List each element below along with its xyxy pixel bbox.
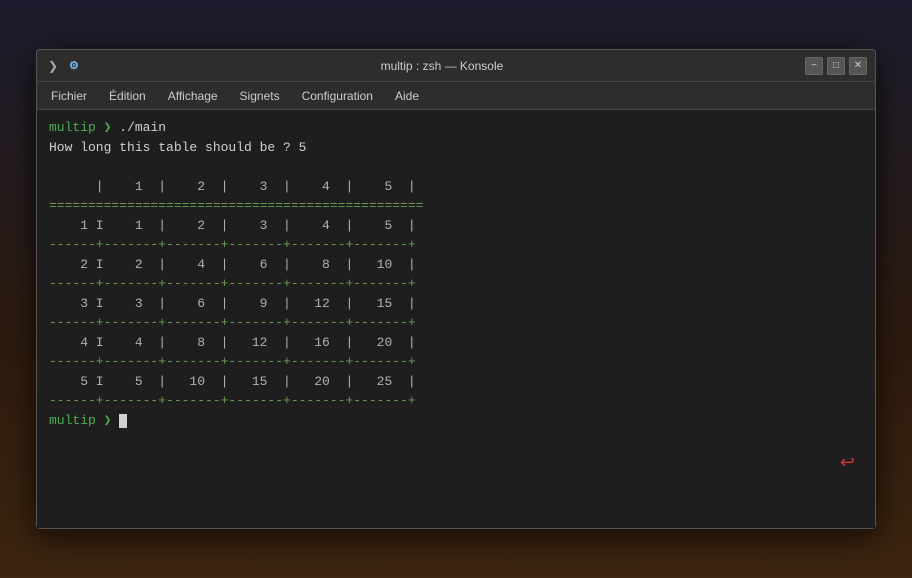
scroll-arrow-icon: ↩	[840, 452, 855, 473]
window-controls: − □ ✕	[805, 57, 867, 75]
terminal-icon: ❯	[45, 58, 61, 74]
table-dash-2: ------+-------+-------+-------+-------+-…	[49, 276, 416, 291]
table-row-5: 5 I 5 | 10 | 15 | 20 | 25 |	[49, 374, 416, 389]
close-button[interactable]: ✕	[849, 57, 867, 75]
zsh-icon: ⚙	[69, 59, 79, 72]
prompt-2: multip	[49, 413, 96, 428]
minimize-button[interactable]: −	[805, 57, 823, 75]
table-row-1: 1 I 1 | 2 | 3 | 4 | 5 |	[49, 218, 416, 233]
table-dash-5: ------+-------+-------+-------+-------+-…	[49, 393, 416, 408]
table-row-3: 3 I 3 | 6 | 9 | 12 | 15 |	[49, 296, 416, 311]
table-row-4: 4 I 4 | 8 | 12 | 16 | 20 |	[49, 335, 416, 350]
terminal-output: multip ❯ ./main How long this table shou…	[49, 118, 863, 430]
terminal-content[interactable]: multip ❯ ./main How long this table shou…	[37, 110, 875, 528]
menu-affichage[interactable]: Affichage	[158, 85, 228, 107]
menu-configuration[interactable]: Configuration	[292, 85, 383, 107]
menu-signets[interactable]: Signets	[230, 85, 290, 107]
menu-fichier[interactable]: Fichier	[41, 85, 97, 107]
window-title: multip : zsh — Konsole	[87, 59, 797, 73]
cursor	[119, 414, 127, 428]
command-text: ./main	[119, 120, 166, 135]
terminal-window: ❯ ⚙ multip : zsh — Konsole − □ ✕ Fichier…	[36, 49, 876, 529]
titlebar: ❯ ⚙ multip : zsh — Konsole − □ ✕	[37, 50, 875, 82]
menu-aide[interactable]: Aide	[385, 85, 429, 107]
table-dash-3: ------+-------+-------+-------+-------+-…	[49, 315, 416, 330]
menu-edition[interactable]: Édition	[99, 85, 156, 107]
table-row-2: 2 I 2 | 4 | 6 | 8 | 10 |	[49, 257, 416, 272]
table-separator-top: ========================================…	[49, 198, 423, 213]
table-dash-1: ------+-------+-------+-------+-------+-…	[49, 237, 416, 252]
maximize-button[interactable]: □	[827, 57, 845, 75]
menubar: Fichier Édition Affichage Signets Config…	[37, 82, 875, 110]
table-dash-4: ------+-------+-------+-------+-------+-…	[49, 354, 416, 369]
prompt-1: multip	[49, 120, 96, 135]
output-question: How long this table should be ? 5	[49, 140, 306, 155]
table-header: | 1 | 2 | 3 | 4 | 5 |	[49, 179, 416, 194]
